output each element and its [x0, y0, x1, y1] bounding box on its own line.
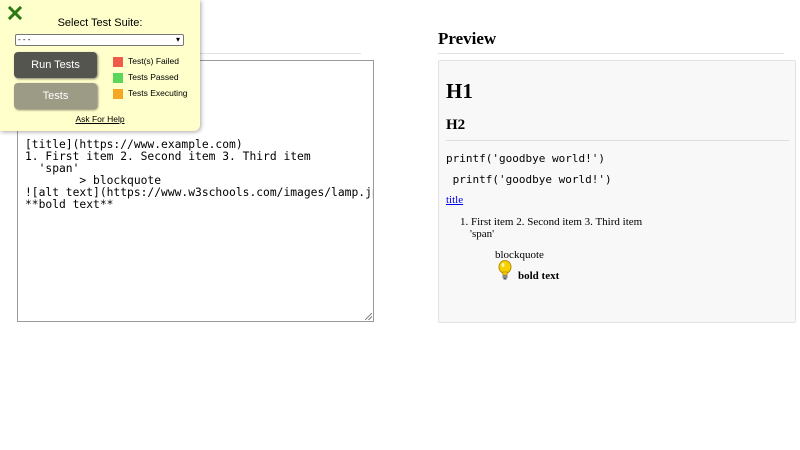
failed-swatch-icon: [113, 56, 123, 67]
preview-h2: H2: [446, 117, 466, 133]
test-suite-select[interactable]: - - - ▾: [15, 34, 184, 46]
ask-for-help-link[interactable]: Ask For Help: [0, 114, 200, 124]
executing-swatch-icon: [113, 88, 123, 99]
test-suite-select-value: - - -: [18, 35, 31, 44]
legend-label: Tests Passed: [128, 72, 179, 82]
preview-title: Preview: [438, 29, 497, 48]
run-tests-button[interactable]: Run Tests: [14, 52, 97, 78]
preview-h1: H1: [446, 79, 473, 103]
preview-list-item: 1. First item 2. Second item 3. Third it…: [460, 216, 643, 228]
resize-grip-icon[interactable]: [365, 313, 372, 320]
test-suite-panel: Select Test Suite: - - - ▾ Run Tests Tes…: [0, 0, 200, 131]
select-suite-label: Select Test Suite:: [57, 17, 143, 29]
preview-code-2: printf('goodbye world!'): [446, 173, 612, 186]
legend-label: Test(s) Failed: [128, 56, 180, 66]
tests-button[interactable]: Tests: [14, 83, 97, 109]
legend-executing: Tests Executing: [113, 88, 188, 99]
lamp-image: [498, 260, 512, 280]
legend-label: Tests Executing: [128, 88, 188, 98]
legend-passed: Tests Passed: [113, 72, 179, 83]
preview-panel: H1 H2 printf('goodbye world!') printf('g…: [438, 60, 796, 323]
preview-bold-text: bold text: [518, 270, 560, 282]
preview-h2-rule: [446, 140, 789, 141]
preview-title-link[interactable]: title: [446, 194, 463, 206]
preview-span-text: 'span': [470, 228, 495, 240]
legend-failed: Test(s) Failed: [113, 56, 179, 67]
editor-line: **bold text**: [25, 198, 114, 211]
preview-code-1: printf('goodbye world!'): [446, 152, 605, 165]
preview-title-rule: [438, 53, 784, 54]
passed-swatch-icon: [113, 72, 123, 83]
chevron-down-icon: ▾: [175, 35, 180, 44]
